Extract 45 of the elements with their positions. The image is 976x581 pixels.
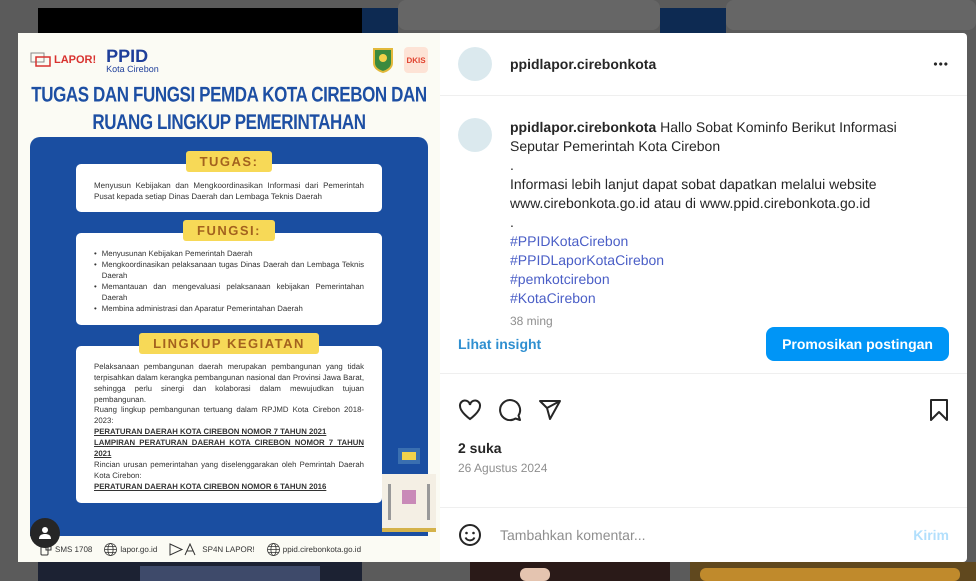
caption-text: . <box>510 213 515 232</box>
post-time: 38 ming <box>510 313 554 330</box>
hashtag-link[interactable]: #pemkotcirebon <box>510 270 949 289</box>
logo-badge: DKIS <box>404 47 428 73</box>
card-text: Menyusun Kebijakan dan Mengkoordinasikan Informasi dari Pemerintah Pusat kepada setiap Dinas Daerah dan Lembaga Teknis Daerah <box>94 180 364 202</box>
speech-bubble-icon <box>498 398 522 422</box>
like-button[interactable] <box>458 399 482 421</box>
section-label: LINGKUP KEGIATAN <box>139 332 319 354</box>
caption-text: Informasi lebih lanjut dapat sobat dapatkan melalui website www.cirebonkota.go.id atau di www.ppid.cirebonkota.go.id <box>510 175 878 213</box>
username[interactable]: ppidlapor.cirebonkota <box>510 56 916 72</box>
poster-title: RUANG LINGKUP PEMERINTAHAN <box>91 109 367 136</box>
section-label: TUGAS: <box>186 151 272 172</box>
logo-subtitle: Kota Cirebon <box>106 64 159 74</box>
post-date: 26 Agustus 2024 <box>457 460 548 475</box>
heart-icon <box>458 399 482 421</box>
poster-title: TUGAS DAN FUNGSI PEMDA KOTA CIREBON DAN <box>30 82 428 108</box>
hashtag-link[interactable]: #PPIDLaporKotaCirebon <box>510 251 949 270</box>
contact-text: SMS 1708 <box>55 544 92 554</box>
save-button[interactable] <box>929 398 949 422</box>
share-button[interactable] <box>538 398 562 422</box>
emoji-button[interactable] <box>458 523 482 547</box>
contact-text: lapor.go.id <box>120 544 158 554</box>
insights-link[interactable]: Lihat insight <box>458 336 542 352</box>
comment-button[interactable] <box>498 398 522 422</box>
caption-text: ppidlapor.cirebonkota Hallo Sobat Kominfo Berikut Informasi Seputar Pemerintah Kota Cirebon <box>510 118 898 156</box>
paper-plane-icon <box>538 398 562 422</box>
contact-text: SP4N LAPOR! <box>202 544 255 554</box>
section-label: FUNGSI: <box>183 220 275 242</box>
caption-text: . <box>510 156 515 175</box>
like-count[interactable]: 2 suka <box>440 430 967 456</box>
more-options-button[interactable]: ••• <box>933 57 949 71</box>
contact-text: ppid.cirebonkota.go.id <box>282 544 362 554</box>
chat-bubbles-icon <box>30 52 52 68</box>
logo-text: LAPOR! <box>54 54 96 66</box>
hashtag-link[interactable]: #PPIDKotaCirebon <box>510 232 949 251</box>
comment-field[interactable]: Tambahkan komentar... <box>498 526 898 544</box>
emblem-icon <box>372 47 394 73</box>
person-icon <box>38 526 52 540</box>
bookmark-icon <box>929 398 949 422</box>
smiley-icon <box>458 523 482 547</box>
globe-icon <box>104 542 118 556</box>
logo-text: PPID <box>106 46 150 64</box>
globe-icon <box>266 542 280 556</box>
promote-button[interactable]: Promosikan postingan <box>766 327 949 361</box>
hashtag-link[interactable]: #KotaCirebon <box>510 289 949 308</box>
